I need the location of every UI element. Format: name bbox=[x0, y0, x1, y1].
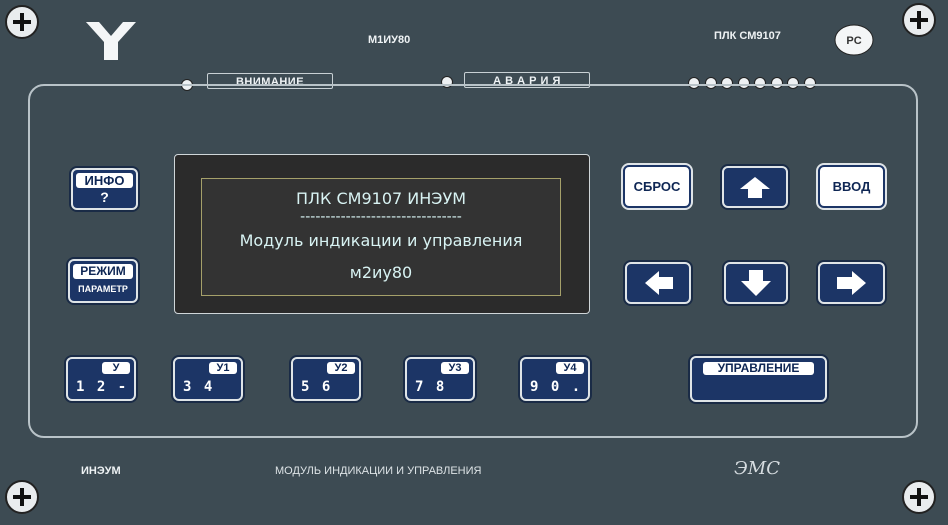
arrow-up-icon bbox=[740, 177, 770, 198]
svg-text:PC: PC bbox=[846, 35, 861, 47]
y-fork-logo-icon bbox=[86, 20, 136, 62]
arrow-left-button[interactable] bbox=[625, 262, 691, 304]
brand-label: ЭМС bbox=[734, 458, 780, 479]
info-button[interactable]: ИНФО ? bbox=[71, 168, 138, 210]
control-button[interactable]: УПРАВЛЕНИЕ bbox=[690, 356, 827, 402]
enter-button[interactable]: ВВОД bbox=[818, 165, 885, 208]
screw-top-left-icon bbox=[5, 5, 39, 39]
screw-top-right-icon bbox=[902, 3, 936, 37]
mode-sub-label: ПАРАМЕТР bbox=[78, 284, 128, 294]
reset-button[interactable]: СБРОС bbox=[623, 165, 691, 208]
key-chip-label: У4 bbox=[556, 362, 584, 374]
numeric-key-1[interactable]: У 1 2 - bbox=[66, 357, 136, 401]
display-line-4: м2иу80 bbox=[349, 263, 413, 282]
arrow-down-button[interactable] bbox=[724, 262, 788, 304]
enter-label: ВВОД bbox=[832, 179, 871, 194]
footer-title: МОДУЛЬ ИНДИКАЦИИ И УПРАВЛЕНИЯ bbox=[275, 465, 482, 477]
display-line-1: ПЛК СМ9107 ИНЭУМ bbox=[295, 189, 466, 208]
control-label: УПРАВЛЕНИЕ bbox=[703, 362, 814, 375]
key-digits: 7 8 bbox=[415, 379, 447, 395]
numeric-key-5[interactable]: У4 9 0 . bbox=[520, 357, 590, 401]
info-sub-label: ? bbox=[100, 189, 109, 205]
arrow-right-button[interactable] bbox=[818, 262, 885, 304]
screw-bottom-left-icon bbox=[5, 480, 39, 514]
key-digits: 9 0 . bbox=[530, 379, 583, 395]
arrow-up-button[interactable] bbox=[722, 166, 788, 208]
key-chip-label: У2 bbox=[327, 362, 355, 374]
display-line-3: Модуль индикации и управления bbox=[239, 231, 523, 250]
key-chip-label: У3 bbox=[441, 362, 469, 374]
arrow-left-icon bbox=[645, 271, 673, 295]
info-label: ИНФО bbox=[76, 173, 133, 188]
key-digits: 3 4 bbox=[183, 379, 215, 395]
display-line-2: -------------------------------- bbox=[300, 209, 462, 225]
plc-name-label: ПЛК СМ9107 bbox=[714, 30, 781, 42]
numeric-key-3[interactable]: У2 5 6 bbox=[291, 357, 361, 401]
screw-bottom-right-icon bbox=[902, 480, 936, 514]
reset-label: СБРОС bbox=[633, 179, 681, 194]
mode-label: РЕЖИМ bbox=[73, 264, 133, 279]
key-chip-label: У bbox=[102, 362, 130, 374]
numeric-key-4[interactable]: У3 7 8 bbox=[405, 357, 475, 401]
rst-certification-icon: PC bbox=[834, 24, 874, 56]
numeric-key-2[interactable]: У1 3 4 bbox=[173, 357, 243, 401]
mode-button[interactable]: РЕЖИМ ПАРАМЕТР bbox=[68, 259, 138, 303]
maker-label: ИНЭУМ bbox=[81, 465, 121, 477]
model-label: М1ИУ80 bbox=[368, 34, 411, 46]
arrow-down-icon bbox=[741, 270, 771, 296]
key-digits: 1 2 - bbox=[76, 379, 129, 395]
arrow-right-icon bbox=[837, 271, 866, 295]
lcd-display: ПЛК СМ9107 ИНЭУМ -----------------------… bbox=[201, 178, 561, 296]
device-panel: М1ИУ80 ПЛК СМ9107 PC ВНИМАНИЕ А В А Р И … bbox=[0, 0, 948, 525]
key-digits: 5 6 bbox=[301, 379, 333, 395]
key-chip-label: У1 bbox=[209, 362, 237, 374]
